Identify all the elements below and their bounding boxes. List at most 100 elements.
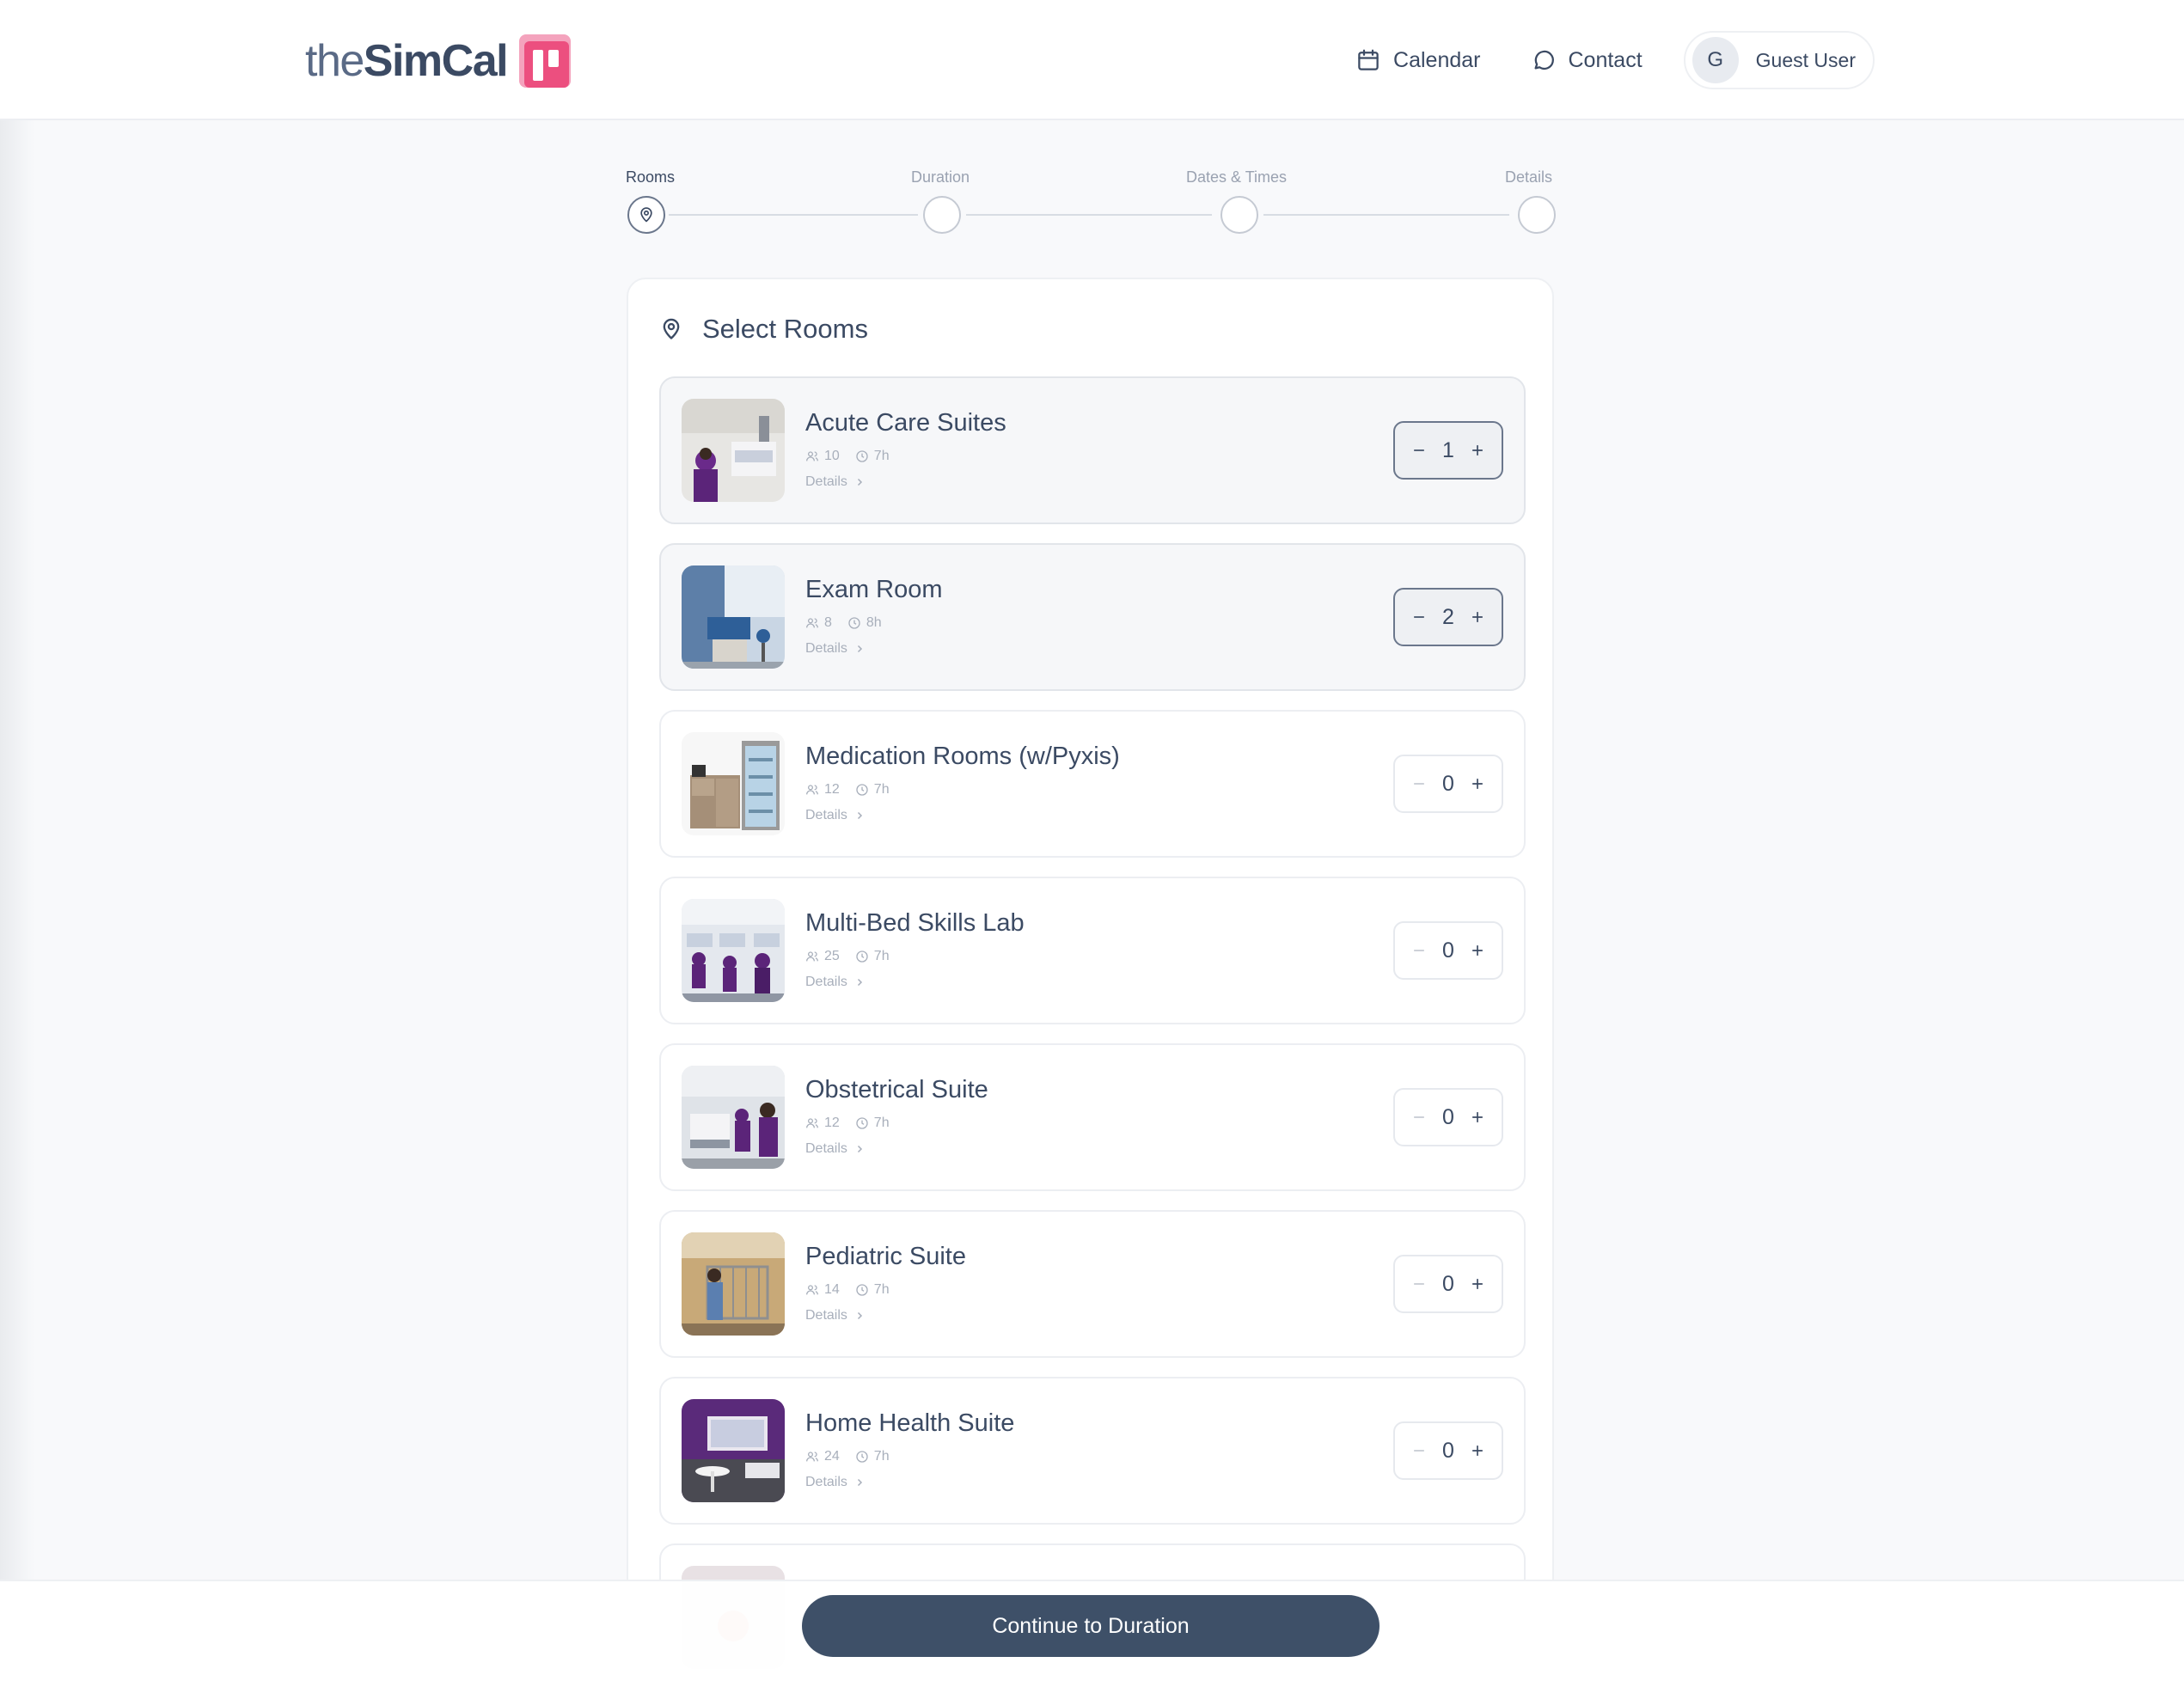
room-multi-bed-skills-lab[interactable]: Multi-Bed Skills Lab 25 7h Details 0 — [659, 877, 1526, 1024]
step-duration[interactable] — [923, 196, 961, 234]
clock-icon — [856, 1451, 868, 1463]
increment-button[interactable] — [1467, 773, 1488, 794]
users-icon — [806, 951, 818, 962]
users-icon — [806, 1285, 818, 1295]
room-photo — [682, 1232, 785, 1336]
quantity-stepper: 0 — [1393, 1088, 1503, 1146]
increment-button[interactable] — [1467, 940, 1488, 961]
room-capacity: 8 — [824, 615, 832, 630]
user-menu[interactable]: G Guest User — [1683, 31, 1875, 89]
room-details-link[interactable]: Details — [805, 641, 865, 657]
nav-calendar[interactable]: Calendar — [1355, 47, 1481, 73]
app-logo[interactable]: theSimCal — [305, 33, 572, 89]
room-name: Multi-Bed Skills Lab — [805, 909, 1025, 937]
decrement-button[interactable] — [1409, 440, 1429, 461]
room-duration: 7h — [873, 1449, 890, 1464]
room-pediatric-suite[interactable]: Pediatric Suite 14 7h Details 0 — [659, 1210, 1526, 1358]
clock-icon — [856, 784, 868, 796]
room-details-link[interactable]: Details — [805, 808, 865, 823]
decrement-button[interactable] — [1409, 1107, 1429, 1128]
decrement-button[interactable] — [1409, 1274, 1429, 1294]
increment-button[interactable] — [1467, 1274, 1488, 1294]
room-photo — [682, 1399, 785, 1502]
minus-icon — [1414, 1283, 1424, 1285]
room-home-health-suite[interactable]: Home Health Suite 24 7h Details 0 — [659, 1377, 1526, 1525]
room-details-link[interactable]: Details — [805, 1141, 865, 1157]
quantity-value: 0 — [1442, 1438, 1454, 1463]
logo-wordmark: theSimCal — [305, 36, 509, 86]
logo-mark-icon — [519, 34, 572, 88]
clock-icon — [848, 617, 860, 629]
step-rooms[interactable] — [627, 196, 665, 234]
chat-bubble-icon — [1534, 50, 1554, 70]
quantity-stepper: 0 — [1393, 1421, 1503, 1480]
clock-icon — [856, 450, 868, 462]
decrement-button[interactable] — [1409, 940, 1429, 961]
room-name: Pediatric Suite — [805, 1243, 966, 1270]
progress-stepper: Rooms Duration Dates & Times Details — [626, 163, 1556, 241]
plus-icon — [1472, 945, 1483, 956]
clock-icon — [856, 1117, 868, 1129]
room-name: Exam Room — [805, 576, 943, 603]
increment-button[interactable] — [1467, 607, 1488, 627]
quantity-value: 0 — [1442, 1271, 1454, 1296]
room-meta: 25 7h — [805, 949, 890, 964]
room-name: Acute Care Suites — [805, 409, 1006, 437]
room-details-link[interactable]: Details — [805, 474, 865, 490]
increment-button[interactable] — [1467, 1107, 1488, 1128]
quantity-value: 2 — [1442, 604, 1454, 629]
quantity-stepper: 2 — [1393, 588, 1503, 646]
room-details-link[interactable]: Details — [805, 975, 865, 990]
decrement-button[interactable] — [1409, 1440, 1429, 1461]
room-exam-room[interactable]: Exam Room 8 8h Details 2 — [659, 543, 1526, 691]
room-name: Medication Rooms (w/Pyxis) — [805, 743, 1120, 770]
map-pin-icon — [640, 207, 652, 223]
decrement-button[interactable] — [1409, 607, 1429, 627]
step-label-details: Details — [1505, 168, 1553, 186]
avatar: G — [1692, 37, 1739, 83]
increment-button[interactable] — [1467, 1440, 1488, 1461]
quantity-value: 1 — [1442, 437, 1454, 462]
step-details[interactable] — [1518, 196, 1556, 234]
quantity-stepper: 0 — [1393, 1255, 1503, 1313]
users-icon — [806, 1452, 818, 1462]
room-obstetrical-suite[interactable]: Obstetrical Suite 12 7h Details 0 — [659, 1043, 1526, 1191]
increment-button[interactable] — [1467, 440, 1488, 461]
chevron-right-icon — [857, 811, 862, 820]
decrement-button[interactable] — [1409, 773, 1429, 794]
nav-contact[interactable]: Contact — [1531, 47, 1643, 73]
card-title: Select Rooms — [702, 314, 868, 344]
room-meta: 12 7h — [805, 1116, 890, 1131]
step-dates-times[interactable] — [1220, 196, 1258, 234]
continue-button[interactable]: Continue to Duration — [802, 1595, 1380, 1657]
chevron-right-icon — [857, 1478, 862, 1487]
room-name: Obstetrical Suite — [805, 1076, 988, 1103]
plus-icon — [1472, 1112, 1483, 1122]
room-photo — [682, 732, 785, 835]
room-capacity: 25 — [824, 949, 840, 963]
room-duration: 7h — [873, 1282, 890, 1297]
room-acute-care-suites[interactable]: Acute Care Suites 10 7h Details 1 — [659, 376, 1526, 524]
users-icon — [806, 451, 818, 462]
room-photo — [682, 399, 785, 502]
room-duration: 8h — [866, 615, 882, 630]
room-duration: 7h — [873, 1116, 890, 1130]
quantity-value: 0 — [1442, 771, 1454, 796]
card-header: Select Rooms — [659, 314, 868, 345]
minus-icon — [1414, 1116, 1424, 1118]
quantity-value: 0 — [1442, 938, 1454, 963]
step-label-rooms: Rooms — [626, 168, 676, 186]
left-edge-shadow — [0, 0, 34, 1681]
room-meta: 12 7h — [805, 782, 890, 798]
step-label-dates-times: Dates & Times — [1186, 168, 1288, 186]
room-details-link[interactable]: Details — [805, 1308, 865, 1323]
room-details-link[interactable]: Details — [805, 1475, 865, 1490]
chevron-right-icon — [857, 478, 862, 486]
users-icon — [806, 785, 818, 795]
plus-icon — [1472, 779, 1483, 789]
step-connector — [966, 214, 1212, 216]
step-label-duration: Duration — [911, 168, 970, 186]
minus-icon — [1414, 1450, 1424, 1452]
plus-icon — [1472, 445, 1483, 455]
room-medication-rooms[interactable]: Medication Rooms (w/Pyxis) 12 7h Details… — [659, 710, 1526, 858]
